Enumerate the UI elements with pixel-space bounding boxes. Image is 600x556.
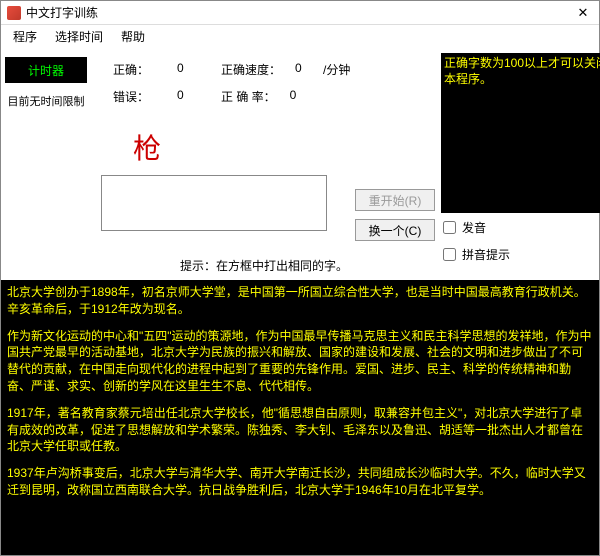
app-icon bbox=[7, 6, 21, 20]
typing-input[interactable] bbox=[101, 175, 327, 231]
menu-program[interactable]: 程序 bbox=[5, 26, 45, 47]
info-box: 正确字数为100以上才可以关闭本程序。 bbox=[441, 53, 600, 213]
speed-unit: /分钟 bbox=[323, 61, 350, 78]
article-p1: 北京大学创办于1898年，初名京师大学堂，是中国第一所国立综合性大学，也是当时中… bbox=[7, 284, 593, 318]
speed-label: 正确速度： bbox=[221, 61, 281, 78]
article-p2: 作为新文化运动的中心和"五四"运动的策源地，作为中国最早传播马克思主义和民主科学… bbox=[7, 328, 593, 395]
tip-text: 提示：在方框中打出相同的字。 bbox=[93, 241, 435, 280]
pronounce-checkbox[interactable] bbox=[443, 221, 456, 234]
next-button[interactable]: 换一个(C) bbox=[355, 219, 435, 241]
menubar: 程序 选择时间 帮助 bbox=[1, 25, 599, 47]
stats-panel: 正确： 0 错误： 0 正确速度： 0 /分钟 bbox=[93, 53, 435, 109]
current-char-display: 枪 bbox=[93, 109, 435, 175]
timer-display: 计时器 bbox=[5, 57, 87, 83]
article-panel: 北京大学创办于1898年，初名京师大学堂，是中国第一所国立综合性大学，也是当时中… bbox=[1, 280, 599, 555]
pronounce-label: 发音 bbox=[462, 219, 486, 236]
close-button[interactable]: ✕ bbox=[573, 4, 593, 22]
article-p3: 1917年，著名教育家蔡元培出任北京大学校长，他"循思想自由原则，取兼容并包主义… bbox=[7, 405, 593, 455]
restart-button[interactable]: 重开始(R) bbox=[355, 189, 435, 211]
rate-value: 0 bbox=[290, 88, 304, 105]
main-area: 计时器 目前无时间限制 正确： 0 错误： 0 bbox=[1, 47, 599, 555]
rate-label: 正 确 率： bbox=[221, 88, 276, 105]
correct-value: 0 bbox=[177, 61, 191, 78]
time-limit-text: 目前无时间限制 bbox=[8, 93, 85, 109]
titlebar: 中文打字训练 ✕ bbox=[1, 1, 599, 25]
error-label: 错误： bbox=[113, 88, 163, 105]
window-title: 中文打字训练 bbox=[26, 4, 98, 21]
app-window: 中文打字训练 ✕ 程序 选择时间 帮助 计时器 目前无时间限制 正确： 0 bbox=[0, 0, 600, 556]
article-p4: 1937年卢沟桥事变后，北京大学与清华大学、南开大学南迁长沙，共同组成长沙临时大… bbox=[7, 465, 593, 499]
correct-label: 正确： bbox=[113, 61, 163, 78]
pronounce-check-row[interactable]: 发音 bbox=[443, 219, 600, 236]
menu-help[interactable]: 帮助 bbox=[113, 26, 153, 47]
speed-value: 0 bbox=[295, 61, 309, 78]
pinyin-check-row[interactable]: 拼音提示 bbox=[443, 246, 600, 263]
error-value: 0 bbox=[177, 88, 191, 105]
menu-select-time[interactable]: 选择时间 bbox=[47, 26, 111, 47]
pinyin-label: 拼音提示 bbox=[462, 246, 510, 263]
pinyin-checkbox[interactable] bbox=[443, 248, 456, 261]
